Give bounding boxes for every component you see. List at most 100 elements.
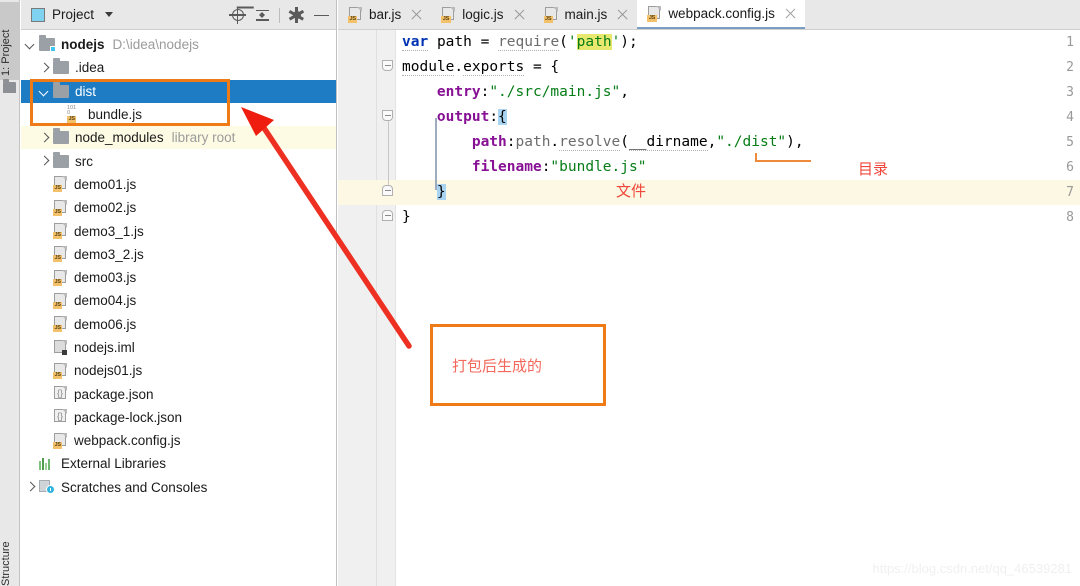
external-libraries-icon — [39, 457, 55, 471]
close-icon[interactable] — [514, 9, 525, 20]
folder-icon — [53, 128, 69, 145]
tree-item-label: dist — [75, 83, 97, 99]
code-line-3: entry:"./src/main.js", — [436, 84, 629, 100]
json-file-icon: {} — [53, 386, 68, 402]
tree-item-nodejs01-js[interactable]: JS nodejs01.js — [21, 359, 336, 382]
chevron-down-icon[interactable] — [105, 12, 114, 17]
chevron-down-icon[interactable] — [39, 87, 48, 96]
annotation-note-text: 打包后生成的 — [452, 356, 543, 375]
tree-item-webpack-config-js[interactable]: JS webpack.config.js — [21, 429, 336, 452]
tool-tab-project[interactable]: 1: Project — [0, 2, 20, 80]
editor-tab-bar-js[interactable]: JS bar.js — [338, 0, 431, 29]
tree-item-label: src — [75, 153, 93, 169]
code-area[interactable]: 1 2 3 4 5 6 7 8 var path = require('path… — [338, 30, 1080, 586]
fold-region-line — [387, 121, 389, 185]
js-file-icon: JS — [53, 292, 68, 309]
fold-marker[interactable] — [382, 185, 393, 196]
bundle-js-icon: 101 0 JS — [67, 104, 77, 123]
tree-item-label: demo3_1.js — [74, 223, 144, 239]
minimize-icon[interactable] — [313, 7, 330, 24]
fold-marker[interactable] — [382, 110, 393, 121]
tree-item-label: bundle.js — [88, 107, 143, 123]
tree-item-demo3-1-js[interactable]: JS demo3_1.js — [21, 219, 336, 242]
editor-tab-logic-js[interactable]: JS logic.js — [431, 0, 533, 29]
tree-item-demo02-js[interactable]: JS demo02.js — [21, 196, 336, 219]
iml-file-icon — [53, 339, 68, 356]
chevron-right-icon[interactable] — [25, 483, 34, 492]
chevron-right-icon[interactable] — [39, 157, 48, 166]
tool-tab-structure[interactable]: Structure — [0, 530, 20, 586]
toolbar-divider — [279, 7, 280, 23]
close-icon[interactable] — [411, 9, 422, 20]
tree-item-label: External Libraries — [61, 456, 167, 472]
locate-icon[interactable] — [229, 6, 246, 24]
editor-tab-main-js[interactable]: JS main.js — [534, 0, 638, 29]
editor-tab-webpack-config-js[interactable]: JS webpack.config.js — [637, 0, 805, 29]
tree-item-nodejs[interactable]: nodejs D:\idea\nodejs — [21, 33, 336, 56]
tree-item-bundle-js[interactable]: 101 0 JS bundle.js — [21, 103, 336, 126]
tree-item-scratches-and-consoles[interactable]: Scratches and Consoles — [21, 476, 336, 499]
chevron-right-icon[interactable] — [39, 63, 48, 72]
line-number: 4 — [1066, 110, 1074, 125]
tree-item-label: nodejs — [61, 37, 105, 53]
annotation-note-box: 打包后生成的 — [430, 324, 606, 406]
annotation-directory-label: 目录 — [858, 160, 889, 178]
tree-item-nodejs-iml[interactable]: nodejs.iml — [21, 336, 336, 359]
collapse-all-icon[interactable] — [254, 7, 271, 24]
module-folder-icon — [39, 35, 56, 53]
tree-item-label: package-lock.json — [74, 409, 183, 425]
tree-item--idea[interactable]: .idea — [21, 56, 336, 79]
tree-item-label: .idea — [75, 60, 105, 76]
fold-marker[interactable] — [382, 60, 393, 71]
tree-item-package-lock-json[interactable]: {} package-lock.json — [21, 406, 336, 429]
annotation-file-label: 文件 — [616, 182, 647, 200]
tree-item-external-libraries[interactable]: External Libraries — [21, 452, 336, 475]
tree-item-dist[interactable]: dist — [21, 79, 336, 103]
tree-item-demo06-js[interactable]: JS demo06.js — [21, 313, 336, 336]
close-icon[interactable] — [785, 8, 796, 19]
project-icon — [31, 7, 45, 22]
project-panel-title: Project — [52, 7, 95, 22]
tree-item-demo3-2-js[interactable]: JS demo3_2.js — [21, 243, 336, 266]
line-number: 6 — [1066, 160, 1074, 175]
tree-item-label: demo01.js — [74, 176, 137, 192]
tree-item-node-modules[interactable]: node_modules library root — [21, 126, 336, 150]
project-view-selector[interactable]: Project — [21, 7, 114, 22]
tree-item-label: demo3_2.js — [74, 246, 144, 262]
tree-item-demo04-js[interactable]: JS demo04.js — [21, 289, 336, 312]
folder-icon — [53, 151, 69, 168]
gear-icon[interactable] — [288, 6, 305, 24]
tree-item-demo01-js[interactable]: JS demo01.js — [21, 173, 336, 196]
line-number: 2 — [1066, 60, 1074, 75]
tree-item-package-json[interactable]: {} package.json — [21, 382, 336, 405]
tree-item-demo03-js[interactable]: JS demo03.js — [21, 266, 336, 289]
js-file-icon: JS — [53, 246, 68, 263]
json-file-icon: {} — [53, 409, 68, 425]
close-icon[interactable] — [617, 9, 628, 20]
tree-item-suffix: D:\idea\nodejs — [112, 37, 199, 53]
tree-item-src[interactable]: src — [21, 149, 336, 172]
ide-window: 1: Project Structure Project nodejs D:\id… — [0, 0, 1080, 586]
editor-tab-label: bar.js — [369, 7, 402, 22]
scratches-icon — [39, 480, 55, 495]
fold-marker[interactable] — [382, 210, 393, 221]
editor-tab-bar: JS bar.js JS logic.js JS main.js JS webpack.con… — [338, 0, 1080, 30]
js-file-icon: JS — [441, 6, 456, 23]
current-line-highlight — [338, 180, 1080, 205]
watermark: https://blog.csdn.net/qq_46539281 — [872, 561, 1073, 576]
chevron-down-icon[interactable] — [25, 40, 34, 49]
chevron-right-icon[interactable] — [39, 133, 48, 142]
folder-icon — [53, 58, 69, 75]
project-panel: Project nodejs D:\idea\nodejs .idea dist 101… — [21, 0, 337, 586]
js-file-icon: JS — [53, 362, 68, 379]
tree-item-label: nodejs.iml — [74, 340, 135, 355]
